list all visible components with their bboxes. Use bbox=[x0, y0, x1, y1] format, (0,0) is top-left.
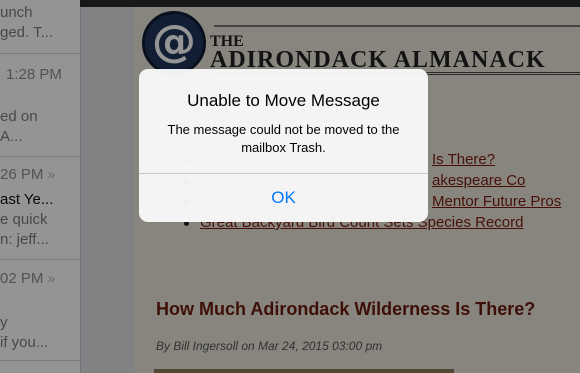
ok-button[interactable]: OK bbox=[139, 174, 428, 222]
alert-title: Unable to Move Message bbox=[187, 91, 380, 110]
alert-message: The message could not be moved to the ma… bbox=[167, 122, 400, 155]
alert-dialog: Unable to Move Message The message could… bbox=[139, 69, 428, 222]
